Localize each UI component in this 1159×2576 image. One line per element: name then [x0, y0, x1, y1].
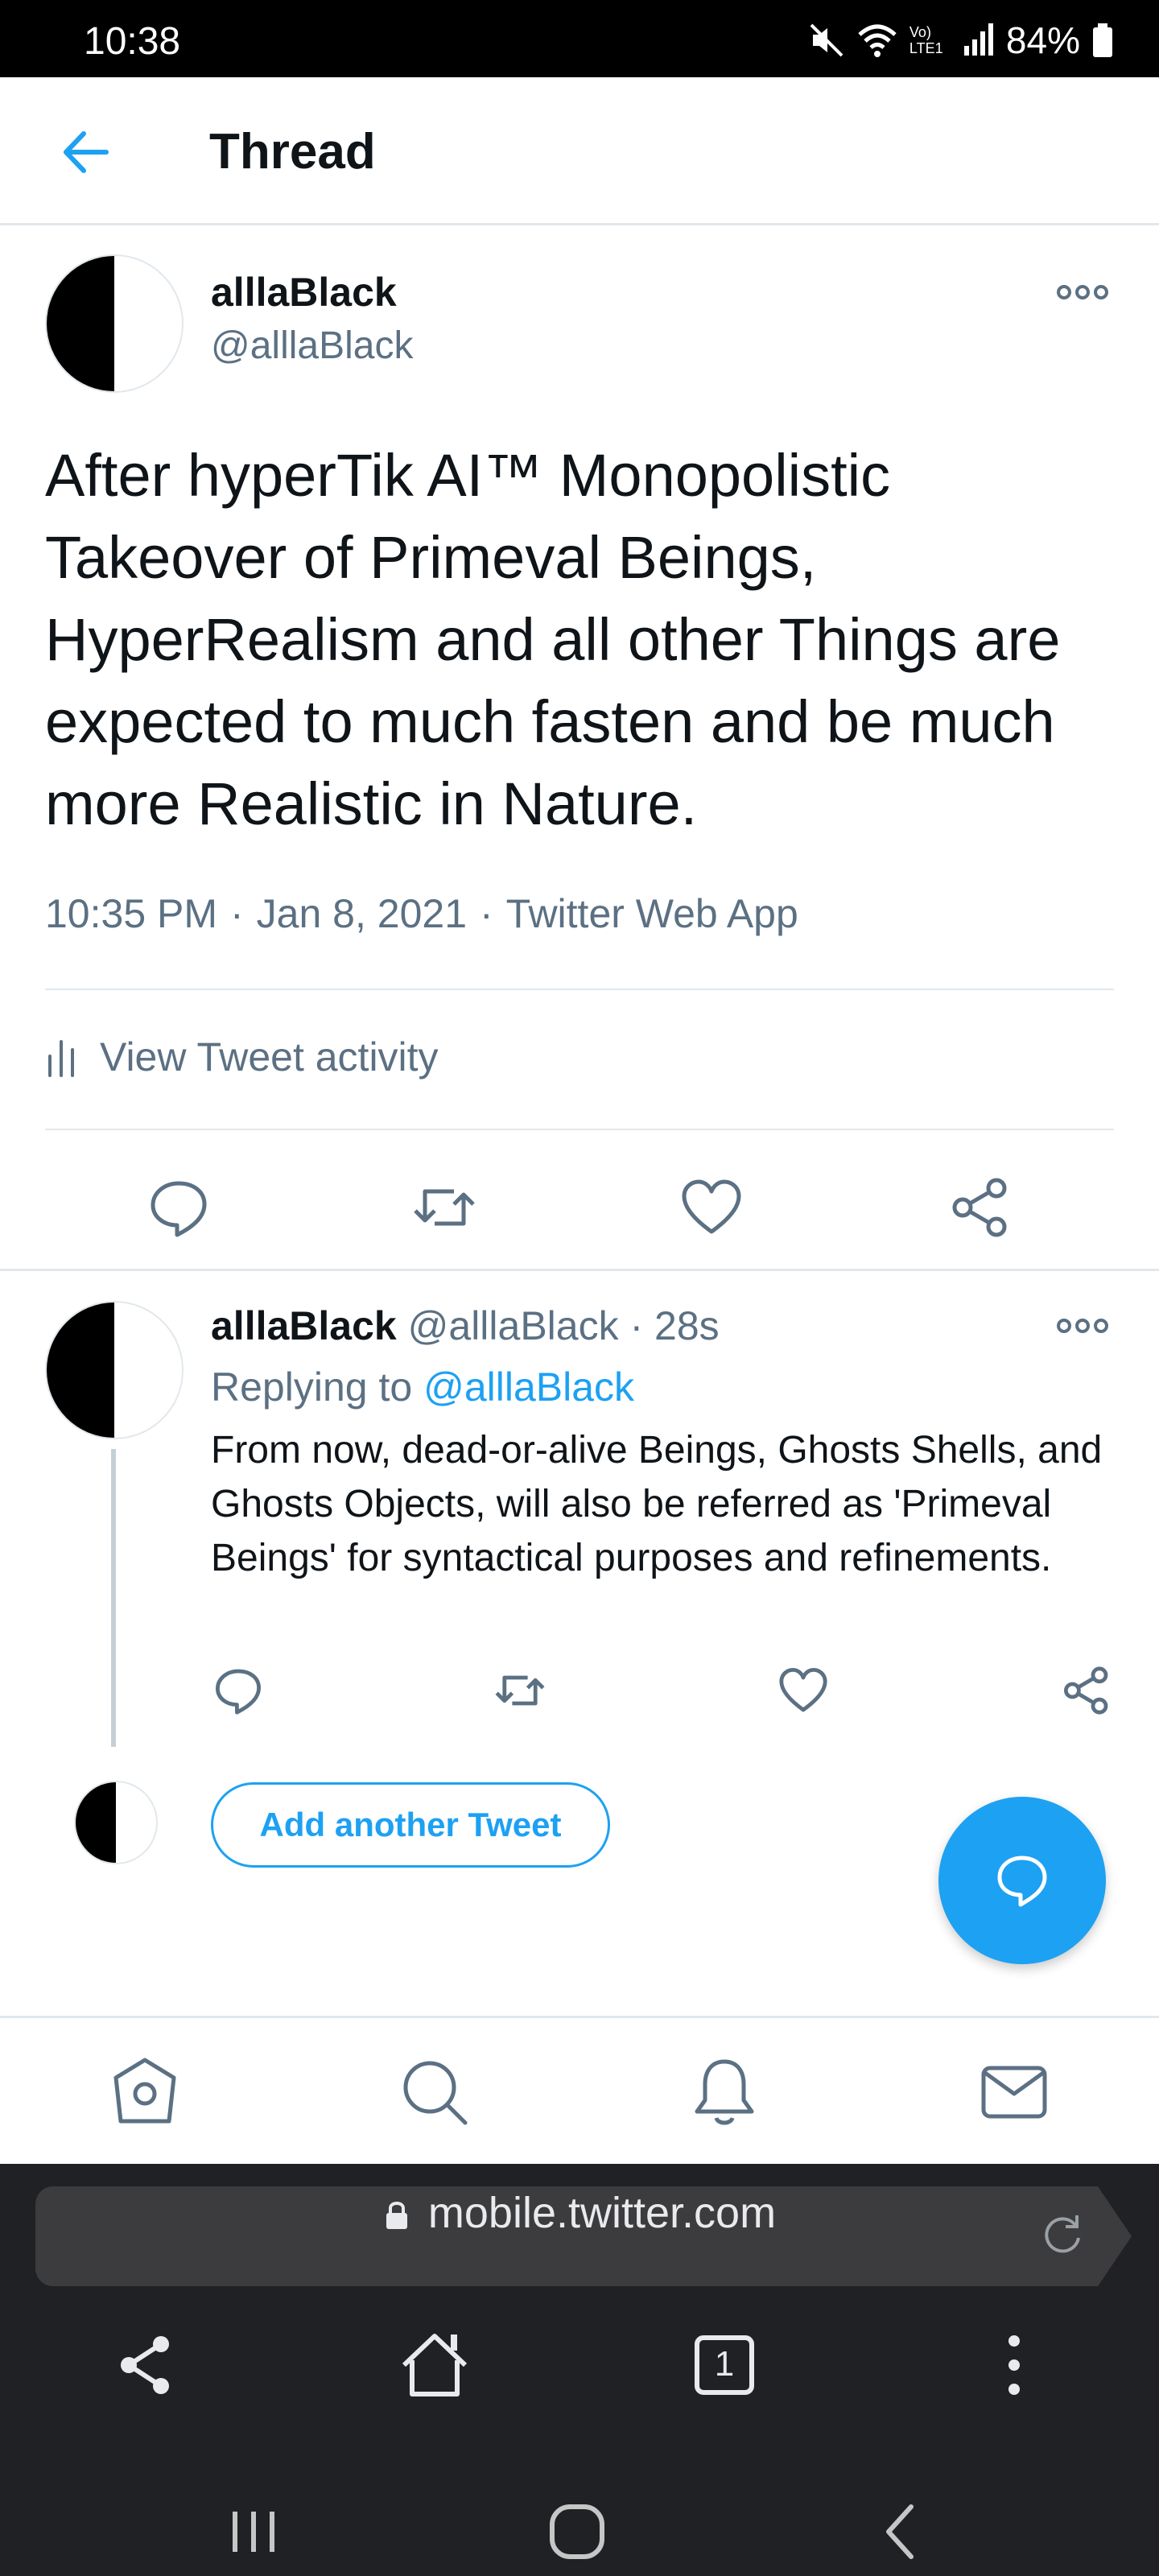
avatar	[74, 1781, 158, 1864]
retweet-button[interactable]	[412, 1175, 476, 1240]
bar-chart-icon	[48, 1040, 74, 1077]
heart-icon	[779, 1668, 827, 1712]
recent-apps-button[interactable]	[217, 2496, 290, 2568]
reply-icon	[216, 1669, 261, 1715]
tweet-source[interactable]: Twitter Web App	[506, 891, 798, 936]
tweet-date[interactable]: Jan 8, 2021	[257, 891, 467, 936]
tab-count: 1	[714, 2344, 735, 2384]
like-button[interactable]	[777, 1665, 829, 1716]
compose-tweet-button[interactable]	[938, 1797, 1106, 1964]
search-icon	[403, 2061, 468, 2125]
share-icon	[121, 2336, 169, 2394]
share-icon	[1064, 1666, 1108, 1715]
home-icon	[402, 2334, 468, 2396]
tweet-text: After hyperTik AI™ Monopolistic Takeover…	[45, 442, 1061, 837]
browser-toolbar: mobile.twitter.com 1	[0, 2164, 1159, 2576]
reply-button[interactable]	[212, 1665, 264, 1716]
system-home-button[interactable]	[541, 2496, 613, 2568]
replying-to: Replying to @alllaBlack	[211, 1364, 634, 1410]
more-vertical-icon	[1008, 2335, 1020, 2395]
retweet-icon	[414, 1189, 475, 1226]
more-options-button[interactable]	[1054, 1314, 1111, 1338]
retweet-icon	[495, 1675, 545, 1706]
divider	[45, 1129, 1114, 1130]
browser-menu-button[interactable]	[974, 2325, 1054, 2405]
divider	[45, 989, 1114, 990]
tweet-age[interactable]: 28s	[654, 1303, 720, 1348]
author-handle[interactable]: @alllaBlack	[408, 1303, 619, 1348]
retweet-button[interactable]	[494, 1665, 546, 1716]
tweet-text: From now, dead-or-alive Beings, Ghosts S…	[211, 1429, 1103, 1579]
lock-icon	[383, 2191, 410, 2241]
reply-icon	[151, 1181, 207, 1237]
divider	[0, 1269, 1159, 1271]
share-button[interactable]	[1061, 1665, 1112, 1716]
nav-messages[interactable]	[975, 2054, 1053, 2131]
more-options-button[interactable]	[1054, 280, 1111, 304]
mute-icon	[808, 22, 845, 59]
avatar[interactable]	[45, 1301, 184, 1439]
replying-to-handle[interactable]: @alllaBlack	[423, 1364, 634, 1410]
replying-prefix: Replying to	[211, 1364, 413, 1410]
tweet-actions	[0, 1159, 1159, 1269]
network-label: Vo) LTE1	[909, 24, 943, 56]
compose-tweet-icon	[997, 1856, 1047, 1907]
heart-icon	[682, 1179, 741, 1234]
recents-icon	[233, 2512, 274, 2552]
mail-icon	[981, 2066, 1047, 2119]
url-text: mobile.twitter.com	[427, 2189, 777, 2237]
view-tweet-activity-link[interactable]: View Tweet activity	[45, 1034, 439, 1080]
status-icons: Vo) LTE1 84%	[808, 19, 1114, 61]
home-icon	[113, 2058, 176, 2124]
tweet-time[interactable]: 10:35 PM	[45, 891, 217, 936]
like-button[interactable]	[679, 1175, 744, 1240]
status-bar: 10:38 Vo) LTE1 84%	[0, 0, 1159, 77]
browser-share-button[interactable]	[105, 2325, 185, 2405]
reply-author-row: alllaBlack @alllaBlack · 28s	[211, 1303, 720, 1348]
avatar[interactable]	[45, 254, 184, 393]
back-button[interactable]	[58, 124, 114, 180]
nav-search[interactable]	[396, 2054, 473, 2131]
chevron-left-icon	[886, 2504, 914, 2559]
signal-icon	[963, 22, 995, 59]
author-name[interactable]: alllaBlack	[211, 1303, 397, 1348]
reload-icon	[1045, 2215, 1080, 2253]
bell-icon	[695, 2059, 754, 2125]
thread-connector	[111, 1449, 116, 1747]
arrow-left-icon	[64, 131, 109, 173]
activity-label: View Tweet activity	[100, 1034, 439, 1080]
battery-percent: 84%	[1005, 19, 1080, 61]
nav-home[interactable]	[106, 2054, 184, 2131]
home-circle-icon	[550, 2504, 604, 2559]
share-icon	[952, 1178, 1007, 1237]
share-button[interactable]	[948, 1175, 1013, 1240]
more-horizontal-icon	[1057, 285, 1108, 299]
address-text[interactable]: mobile.twitter.com	[0, 2188, 1159, 2241]
author-handle[interactable]: @alllaBlack	[211, 324, 413, 368]
battery-icon	[1091, 22, 1114, 59]
status-time: 10:38	[84, 20, 181, 63]
tweet-metadata: 10:35 PM · Jan 8, 2021 · Twitter Web App	[45, 891, 798, 936]
nav-notifications[interactable]	[686, 2054, 763, 2131]
more-horizontal-icon	[1057, 1319, 1108, 1333]
page-title: Thread	[209, 124, 376, 180]
author-name[interactable]: alllaBlack	[211, 269, 397, 316]
bottom-navigation	[0, 2016, 1159, 2164]
reply-button[interactable]	[146, 1175, 211, 1240]
add-another-tweet-button[interactable]: Add another Tweet	[211, 1782, 610, 1868]
system-back-button[interactable]	[864, 2496, 937, 2568]
browser-home-button[interactable]	[394, 2325, 475, 2405]
reload-button[interactable]	[1037, 2209, 1088, 2260]
tabs-button[interactable]: 1	[684, 2325, 765, 2405]
wifi-icon	[856, 22, 898, 59]
thread-header: Thread	[0, 77, 1159, 225]
